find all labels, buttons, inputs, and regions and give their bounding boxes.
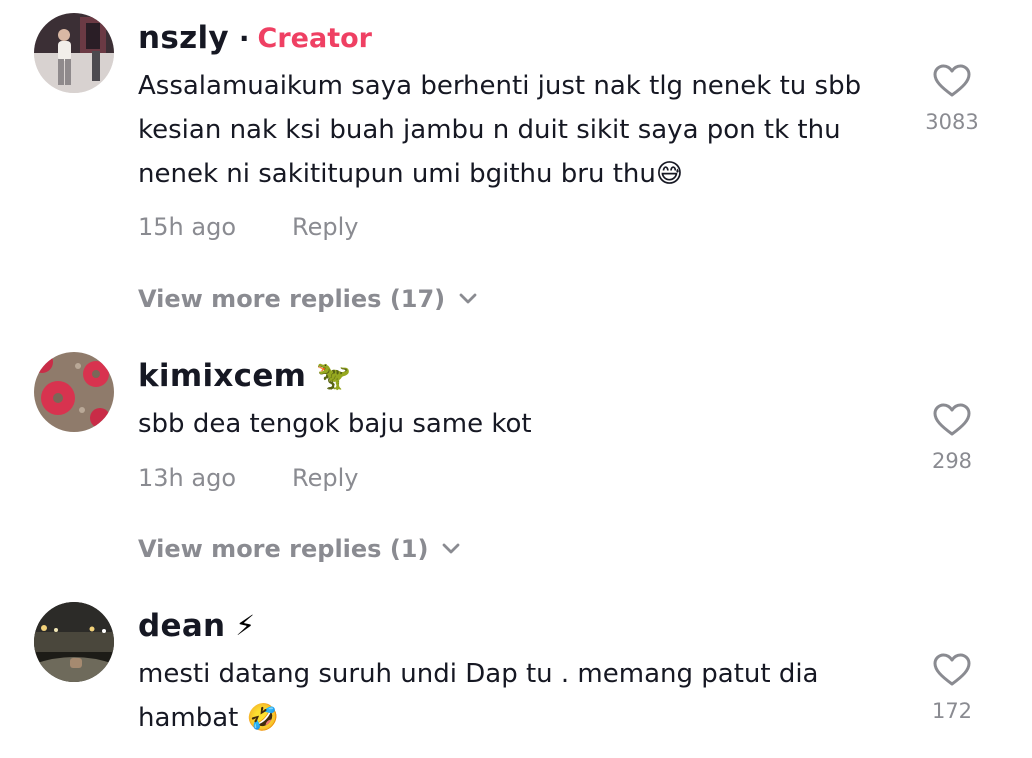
like-control: 3083	[912, 64, 992, 134]
lightning-emoji: ⚡	[235, 609, 256, 642]
heart-outline-icon[interactable]	[933, 403, 971, 437]
comment-body: Assalamuaikum saya berhenti just nak tlg…	[138, 71, 862, 189]
view-more-replies-label: View more replies (17)	[138, 285, 446, 313]
comment-body: sbb dea tengok baju same kot	[138, 409, 532, 439]
avatar-image	[34, 602, 114, 682]
separator-dot: ·	[238, 21, 250, 55]
comment-list: nszly · Creator Assalamuaikum saya berhe…	[0, 0, 1032, 758]
comment-header: kimixcem 🦖	[138, 357, 351, 395]
like-count: 172	[931, 699, 973, 723]
reply-button[interactable]: Reply	[292, 213, 358, 241]
avatar[interactable]	[34, 352, 114, 432]
heart-outline-icon[interactable]	[933, 64, 971, 98]
avatar[interactable]	[34, 602, 114, 682]
comment-body: mesti datang suruh undi Dap tu . memang …	[138, 659, 819, 733]
comment-meta: 15h ago Reply	[138, 213, 358, 241]
comment-text: sbb dea tengok baju same kot	[138, 402, 898, 446]
sweat-smile-emoji: 😅	[655, 159, 683, 189]
username[interactable]: nszly	[138, 20, 229, 56]
avatar[interactable]	[34, 13, 114, 93]
comment-meta: 13h ago Reply	[138, 464, 358, 492]
comment-header: nszly · Creator	[138, 20, 372, 56]
like-control: 172	[912, 653, 992, 723]
like-count: 298	[931, 449, 973, 473]
timestamp: 13h ago	[138, 464, 237, 492]
comment-text: Assalamuaikum saya berhenti just nak tlg…	[138, 64, 898, 196]
comment-header: dean ⚡	[138, 607, 255, 645]
timestamp: 15h ago	[138, 213, 237, 241]
username[interactable]: dean	[138, 608, 225, 644]
comment-text: mesti datang suruh undi Dap tu . memang …	[138, 652, 898, 740]
like-count: 3083	[925, 110, 979, 134]
dinosaur-emoji: 🦖	[316, 359, 352, 392]
reply-button[interactable]: Reply	[292, 464, 358, 492]
avatar-image	[34, 352, 114, 432]
heart-outline-icon[interactable]	[933, 653, 971, 687]
rofl-emoji: 🤣	[246, 703, 280, 733]
chevron-down-icon	[443, 543, 460, 554]
view-more-replies-button[interactable]: View more replies (1)	[138, 535, 460, 563]
username[interactable]: kimixcem	[138, 358, 306, 394]
creator-label: Creator	[257, 22, 372, 54]
view-more-replies-button[interactable]: View more replies (17)	[138, 285, 477, 313]
view-more-replies-label: View more replies (1)	[138, 535, 429, 563]
like-control: 298	[912, 403, 992, 473]
chevron-down-icon	[459, 293, 477, 304]
avatar-image	[34, 13, 114, 93]
